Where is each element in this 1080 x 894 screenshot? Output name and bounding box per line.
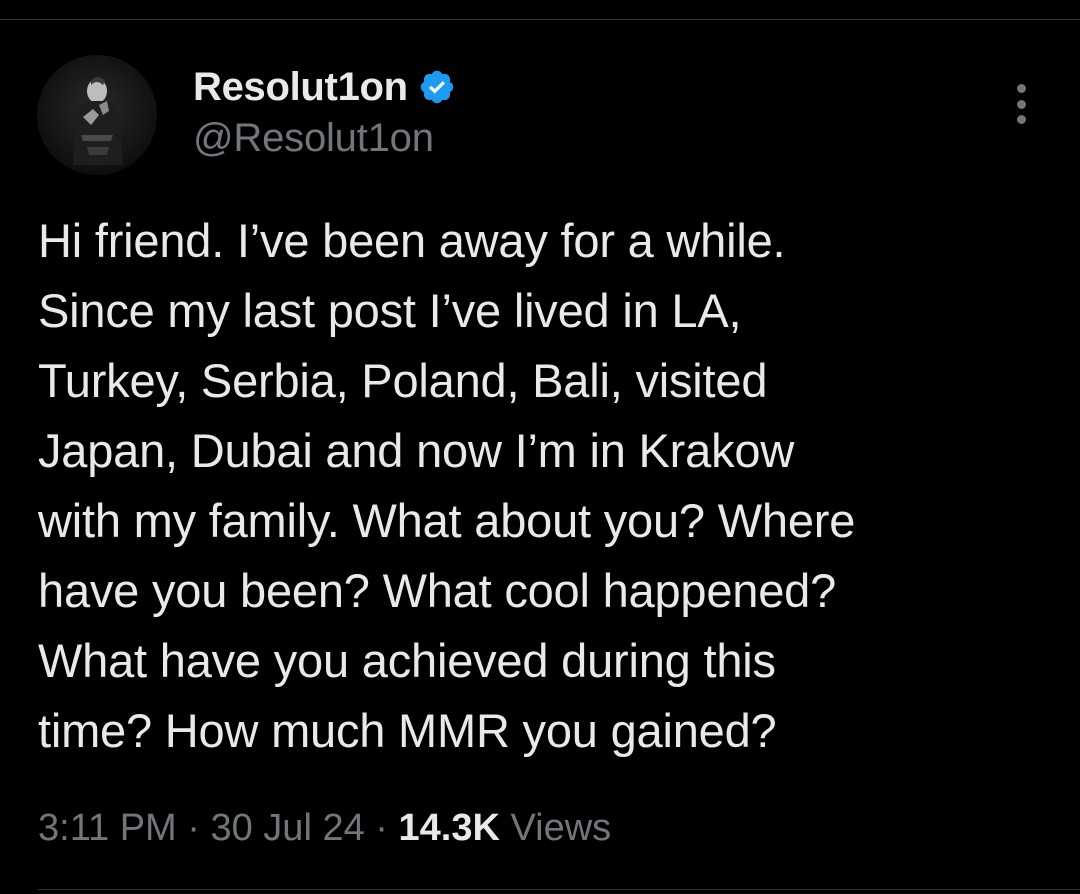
tweet-date[interactable]: 30 Jul 24: [210, 807, 364, 849]
bottom-divider: [38, 889, 1080, 890]
avatar-image: [37, 55, 157, 175]
tweet-text-line: What have you achieved during this: [38, 634, 776, 687]
display-name[interactable]: Resolut1on: [193, 65, 408, 110]
tweet-text-line: Turkey, Serbia, Poland, Bali, visited: [38, 354, 768, 407]
tweet-text-line: with my family. What about you? Where: [38, 494, 856, 547]
author-block: Resolut1on @Resolut1on: [193, 62, 456, 161]
top-divider: [0, 19, 1080, 20]
more-vertical-icon-dot: [1016, 115, 1026, 124]
name-row: Resolut1on: [193, 62, 456, 112]
tweet-meta: 3:11 PM · 30 Jul 24 · 14.3K Views: [38, 804, 611, 852]
tweet-text-line: Since my last post I’ve lived in LA,: [38, 284, 742, 337]
tweet-text: Hi friend. I’ve been away for a while. S…: [38, 206, 1048, 766]
more-vertical-icon: [1016, 84, 1026, 93]
tweet-time[interactable]: 3:11 PM: [38, 807, 177, 849]
meta-separator: ·: [375, 807, 388, 849]
tweet-text-line: Japan, Dubai and now I’m in Krakow: [38, 424, 795, 477]
views-label[interactable]: Views: [510, 807, 611, 849]
verified-badge-icon: [418, 68, 456, 106]
tweet-text-line: have you been? What cool happened?: [38, 564, 837, 617]
handle[interactable]: @Resolut1on: [193, 116, 456, 161]
tweet-text-line: Hi friend. I’ve been away for a while.: [38, 214, 786, 267]
meta-separator: ·: [187, 807, 200, 849]
more-vertical-icon-dot: [1016, 99, 1026, 109]
tweet-text-line: time? How much MMR you gained?: [38, 704, 777, 757]
avatar[interactable]: [37, 55, 157, 175]
more-options-button[interactable]: [1004, 84, 1038, 124]
views-count[interactable]: 14.3K: [399, 807, 500, 849]
